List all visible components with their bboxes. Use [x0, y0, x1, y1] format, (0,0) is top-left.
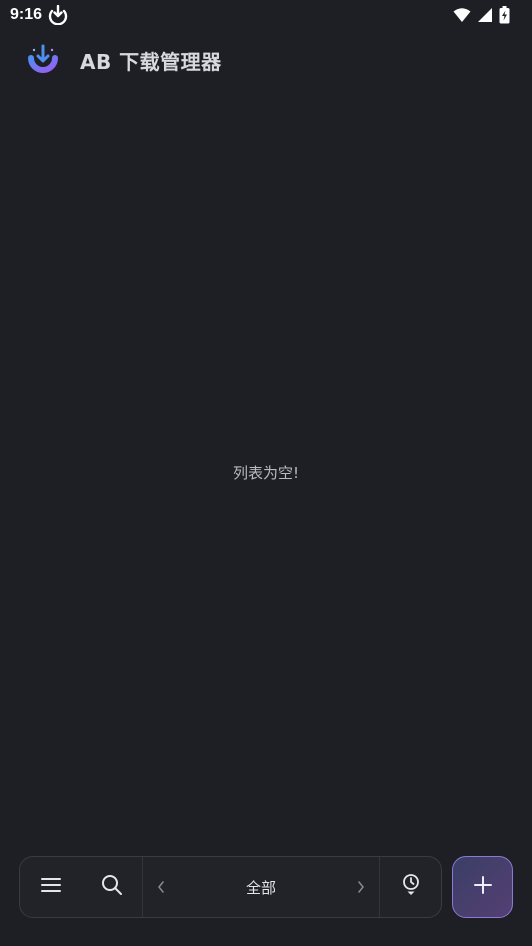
status-right [453, 6, 510, 24]
chevron-left-icon [157, 878, 165, 897]
screen: 9:16 AB 下载管理器 列表为空! 全部 [0, 0, 532, 946]
bottom-navigation-bar: 全部 [19, 856, 442, 918]
app-title: AB 下载管理器 [80, 49, 222, 74]
download-notification-icon [48, 5, 68, 25]
category-next-button[interactable] [351, 867, 371, 907]
menu-button[interactable] [20, 857, 81, 917]
battery-icon [499, 6, 510, 24]
plus-icon [473, 876, 492, 898]
search-icon [101, 874, 123, 900]
empty-list-message: 列表为空! [232, 464, 299, 482]
queue-button[interactable] [380, 857, 441, 917]
status-bar: 9:16 [0, 0, 532, 30]
category-switcher: 全部 [143, 857, 379, 917]
status-time: 9:16 [10, 6, 43, 23]
clock-download-icon [401, 873, 421, 901]
search-button[interactable] [81, 857, 142, 917]
wifi-icon [453, 7, 471, 23]
category-prev-button[interactable] [151, 867, 171, 907]
app-bar: AB 下载管理器 [0, 40, 532, 80]
status-left: 9:16 [10, 5, 68, 25]
category-label[interactable]: 全部 [246, 877, 276, 898]
chevron-right-icon [357, 878, 365, 897]
app-logo-icon [26, 43, 60, 77]
add-download-button[interactable] [452, 856, 513, 918]
signal-icon [477, 7, 493, 23]
menu-icon [40, 877, 61, 897]
